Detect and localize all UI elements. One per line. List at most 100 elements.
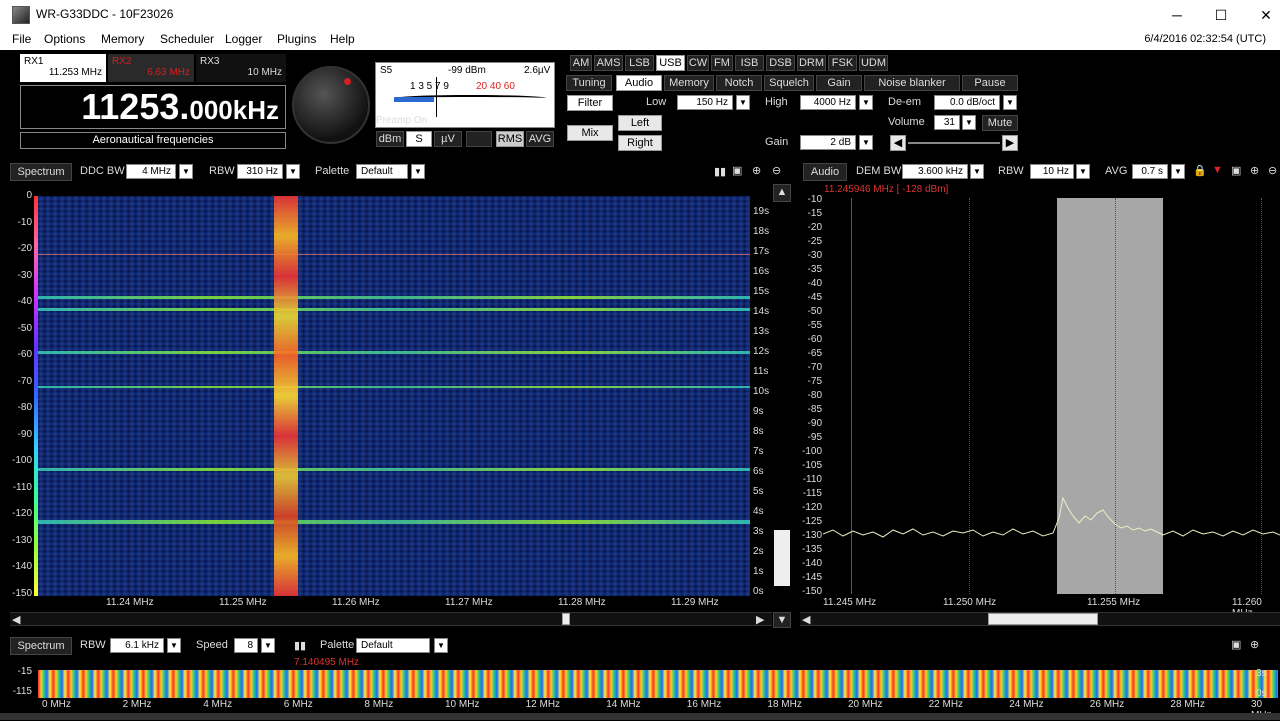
overview-save-icon[interactable]: ▣	[1231, 638, 1241, 651]
volume-input[interactable]: 31	[934, 115, 960, 130]
spectrum-scrollbar[interactable]: ◀ ▶	[10, 612, 772, 626]
high-dropdown-icon[interactable]: ▼	[859, 95, 873, 110]
dem-bw-dropdown-icon[interactable]: ▼	[970, 164, 984, 179]
zoom-in-icon[interactable]: ⊕	[752, 164, 761, 177]
mode-button-fm[interactable]: FM	[711, 55, 733, 71]
scroll-left-icon[interactable]: ◀	[12, 613, 20, 626]
menu-scheduler[interactable]: Scheduler	[160, 32, 214, 46]
zoom-out-icon[interactable]: ⊖	[772, 164, 781, 177]
mix-button[interactable]: Mix	[567, 125, 613, 141]
mode-button-dsb[interactable]: DSB	[766, 55, 795, 71]
pause-icon[interactable]: ▮▮	[714, 165, 726, 178]
rbw-dropdown-icon[interactable]: ▼	[286, 164, 300, 179]
volume-slider[interactable]	[908, 142, 1000, 144]
tuning-knob[interactable]	[292, 66, 370, 144]
mode-button-drm[interactable]: DRM	[797, 55, 826, 71]
frequency-display[interactable]: 11253.000kHz	[20, 85, 286, 129]
overview-zoom-in-icon[interactable]: ⊕	[1250, 638, 1259, 651]
s-button[interactable]: S	[406, 131, 432, 147]
rx2-tab[interactable]: RX2 6.63 MHz	[108, 54, 194, 82]
maximize-button[interactable]: ☐	[1198, 0, 1244, 30]
menu-logger[interactable]: Logger	[225, 32, 262, 46]
dbm-button[interactable]: dBm	[376, 131, 404, 147]
close-button[interactable]: ✕	[1243, 0, 1280, 30]
audio-scroll-left-icon[interactable]: ◀	[802, 613, 810, 626]
mute-button[interactable]: Mute	[982, 115, 1018, 131]
mode-button-am[interactable]: AM	[570, 55, 592, 71]
scroll-thumb[interactable]	[562, 613, 570, 625]
menu-plugins[interactable]: Plugins	[277, 32, 316, 46]
slider-left-icon[interactable]: ◀	[890, 135, 906, 151]
mode-button-lsb[interactable]: LSB	[625, 55, 654, 71]
audio-rbw-dropdown-icon[interactable]: ▼	[1076, 164, 1090, 179]
tab-noise-blanker[interactable]: Noise blanker	[864, 75, 960, 91]
overview-palette-input[interactable]: Default	[356, 638, 430, 653]
audio-scroll-thumb[interactable]	[988, 613, 1098, 625]
mode-button-isb[interactable]: ISB	[735, 55, 764, 71]
scroll-right-icon[interactable]: ▶	[756, 613, 764, 626]
overview-rbw-input[interactable]: 6.1 kHz	[110, 638, 164, 653]
audio-button[interactable]: Audio	[803, 163, 847, 181]
tab-notch[interactable]: Notch	[716, 75, 762, 91]
gain-dropdown-icon[interactable]: ▼	[859, 135, 873, 150]
deem-input[interactable]: 0.0 dB/oct	[934, 95, 1000, 110]
vertical-scroll-thumb[interactable]	[774, 530, 790, 586]
filter-button[interactable]: Filter	[567, 95, 613, 111]
rms-button[interactable]: RMS	[496, 131, 524, 147]
deem-dropdown-icon[interactable]: ▼	[1003, 95, 1017, 110]
menu-memory[interactable]: Memory	[101, 32, 144, 46]
rbw-input[interactable]: 310 Hz	[237, 164, 283, 179]
right-button[interactable]: Right	[618, 135, 662, 151]
tab-pause[interactable]: Pause	[962, 75, 1018, 91]
overview-palette-dropdown-icon[interactable]: ▼	[434, 638, 448, 653]
audio-spectrum[interactable]	[823, 198, 1280, 594]
menu-file[interactable]: File	[12, 32, 31, 46]
scroll-up-icon[interactable]: ▲	[773, 184, 791, 202]
speed-input[interactable]: 8	[234, 638, 258, 653]
tab-memory[interactable]: Memory	[664, 75, 714, 91]
menu-options[interactable]: Options	[44, 32, 85, 46]
audio-zoom-out-icon[interactable]: ⊖	[1268, 164, 1277, 177]
left-button[interactable]: Left	[618, 115, 662, 131]
high-input[interactable]: 4000 Hz	[800, 95, 856, 110]
ddc-bw-dropdown-icon[interactable]: ▼	[179, 164, 193, 179]
avg-input[interactable]: 0.7 s	[1132, 164, 1168, 179]
overview-pause-icon[interactable]: ▮▮	[294, 639, 306, 652]
mode-button-ams[interactable]: AMS	[594, 55, 623, 71]
overview-rbw-dropdown-icon[interactable]: ▼	[167, 638, 181, 653]
tab-gain[interactable]: Gain	[816, 75, 862, 91]
overview-waterfall[interactable]	[38, 670, 1278, 698]
scroll-down-icon[interactable]: ▼	[773, 612, 791, 628]
rx1-tab[interactable]: RX1 11.253 MHz	[20, 54, 106, 82]
tab-squelch[interactable]: Squelch	[764, 75, 814, 91]
audio-zoom-in-icon[interactable]: ⊕	[1250, 164, 1259, 177]
avg-button[interactable]: AVG	[526, 131, 554, 147]
rx3-tab[interactable]: RX3 10 MHz	[196, 54, 286, 82]
low-dropdown-icon[interactable]: ▼	[736, 95, 750, 110]
uv-button[interactable]: µV	[434, 131, 462, 147]
slider-right-icon[interactable]: ▶	[1002, 135, 1018, 151]
palette-input[interactable]: Default	[356, 164, 408, 179]
lock-icon[interactable]: 🔒	[1193, 164, 1207, 177]
audio-rbw-input[interactable]: 10 Hz	[1030, 164, 1074, 179]
mode-button-usb[interactable]: USB	[656, 55, 685, 71]
low-input[interactable]: 150 Hz	[677, 95, 733, 110]
tab-tuning[interactable]: Tuning	[566, 75, 612, 91]
volume-dropdown-icon[interactable]: ▼	[962, 115, 976, 130]
ddc-bw-input[interactable]: 4 MHz	[126, 164, 176, 179]
menu-help[interactable]: Help	[330, 32, 355, 46]
spectrum-button[interactable]: Spectrum	[10, 163, 72, 181]
tab-audio[interactable]: Audio	[616, 75, 662, 91]
marker-icon[interactable]: ▼	[1212, 164, 1223, 176]
unlabeled-button[interactable]	[466, 131, 492, 147]
avg-dropdown-icon[interactable]: ▼	[1171, 164, 1185, 179]
mode-button-cw[interactable]: CW	[687, 55, 709, 71]
audio-save-icon[interactable]: ▣	[1231, 164, 1241, 177]
waterfall-display[interactable]	[38, 196, 750, 596]
palette-dropdown-icon[interactable]: ▼	[411, 164, 425, 179]
frequency-label[interactable]: Aeronautical frequencies	[20, 132, 286, 149]
mode-button-fsk[interactable]: FSK	[828, 55, 857, 71]
audio-scrollbar[interactable]: ◀	[800, 612, 1280, 626]
overview-spectrum-button[interactable]: Spectrum	[10, 637, 72, 655]
speed-dropdown-icon[interactable]: ▼	[261, 638, 275, 653]
